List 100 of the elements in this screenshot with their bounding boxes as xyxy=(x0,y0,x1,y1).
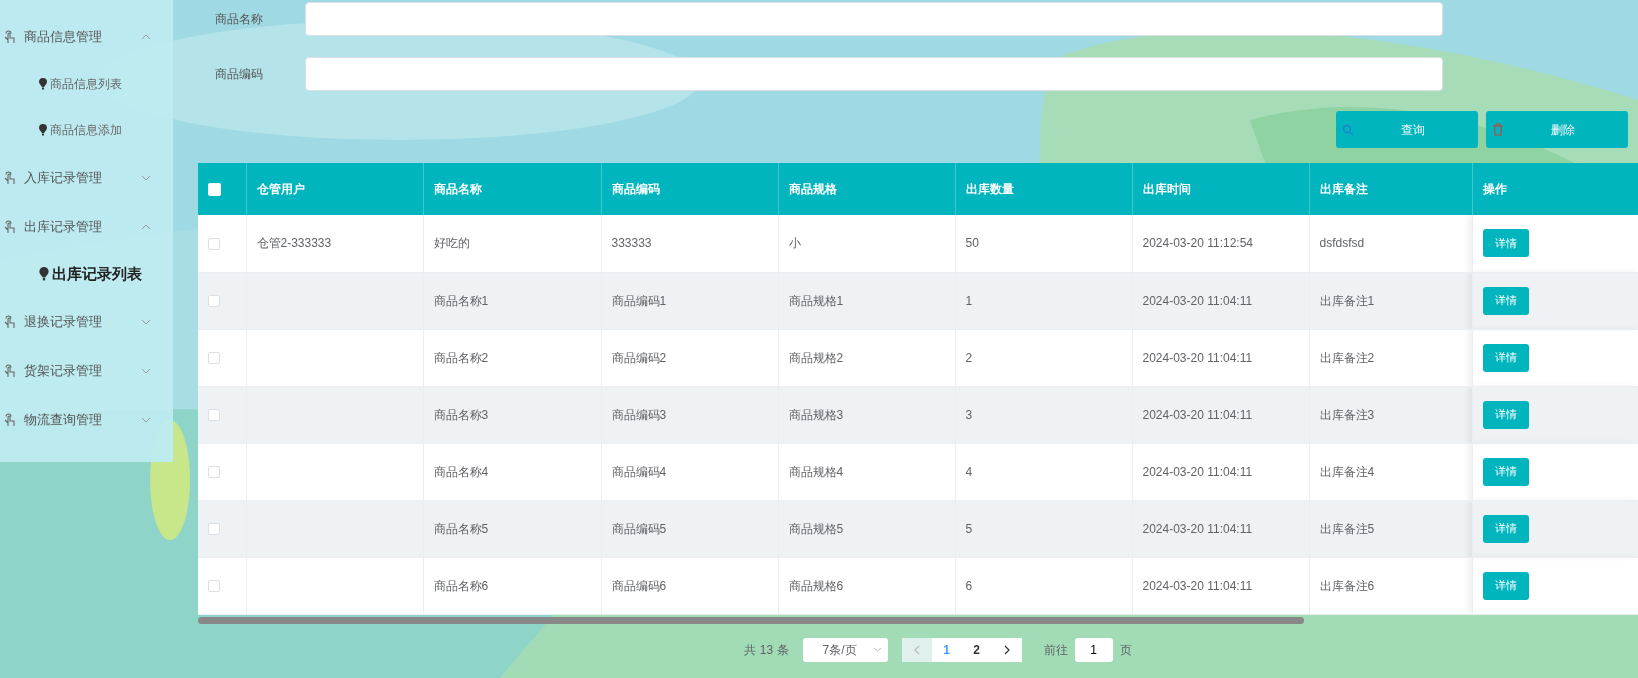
table-cell: 2024-03-20 11:04:11 xyxy=(1142,407,1253,422)
table-cell: 出库备注3 xyxy=(1319,407,1375,422)
table-cell: 2024-03-20 11:04:11 xyxy=(1142,521,1253,536)
menu-group[interactable]: 货架记录管理 xyxy=(0,346,173,395)
table-cell: 2024-03-20 11:04:11 xyxy=(1142,293,1253,308)
table-cell: 2024-03-20 11:04:11 xyxy=(1142,464,1253,479)
scrollbar[interactable] xyxy=(198,616,1304,624)
table-cell: 仓管2-333333 xyxy=(256,236,332,251)
input-field[interactable] xyxy=(305,2,1443,36)
table-cell: 4 xyxy=(965,464,973,479)
chevron-down-icon xyxy=(141,416,151,423)
hand-icon xyxy=(4,412,16,427)
checkbox[interactable] xyxy=(208,466,220,479)
menu-item[interactable]: 商品信息添加 xyxy=(0,107,173,153)
hand-icon xyxy=(4,219,16,234)
table-cell: 5 xyxy=(965,521,973,536)
action-button[interactable]: 删除 xyxy=(1486,111,1628,148)
table-cell: 1 xyxy=(965,293,973,308)
input-field[interactable] xyxy=(305,57,1443,91)
checkbox[interactable] xyxy=(208,183,221,197)
table-cell: 2024-03-20 11:12:54 xyxy=(1142,236,1254,251)
menu-group[interactable]: 商品信息管理 xyxy=(0,12,173,61)
details-button[interactable]: 详情 xyxy=(1482,400,1529,429)
checkbox[interactable] xyxy=(208,523,220,536)
table-cell: 商品编码4 xyxy=(611,464,667,479)
total-count: 共 13 条 xyxy=(744,641,789,659)
table-cell: 商品名称1 xyxy=(433,293,489,308)
table-cell: 2024-03-20 11:04:11 xyxy=(1142,578,1253,593)
chevron-up-icon xyxy=(141,223,151,230)
table-cell: 2 xyxy=(965,350,973,365)
column-header: 操作 xyxy=(1472,163,1638,215)
menu-group[interactable]: 入库记录管理 xyxy=(0,153,173,202)
page-suffix: 页 xyxy=(1119,641,1132,659)
hand-icon xyxy=(4,29,16,44)
menu-item[interactable]: 出库记录列表 xyxy=(0,251,173,297)
details-button[interactable]: 详情 xyxy=(1482,457,1529,486)
table-cell: 好吃的 xyxy=(433,236,470,251)
checkbox[interactable] xyxy=(208,352,220,365)
chevron-down-icon xyxy=(872,647,882,652)
checkbox[interactable] xyxy=(208,238,220,251)
table-cell: 出库备注5 xyxy=(1319,521,1375,536)
table-cell: 小 xyxy=(788,236,801,251)
table-cell: 2024-03-20 11:04:11 xyxy=(1142,350,1253,365)
field-label: 商品名称 xyxy=(214,11,264,28)
column-header: 出库时间 xyxy=(1132,163,1309,215)
field-label: 商品编码 xyxy=(214,66,264,83)
table-cell: 商品名称6 xyxy=(433,578,489,593)
table-cell: 出库备注4 xyxy=(1319,464,1375,479)
chevron-left-icon xyxy=(913,644,920,655)
details-button[interactable]: 详情 xyxy=(1482,514,1529,543)
table-cell: 3 xyxy=(965,407,973,422)
table-cell: 出库备注1 xyxy=(1319,293,1375,308)
hand-icon xyxy=(4,170,16,185)
checkbox[interactable] xyxy=(208,295,220,308)
details-button[interactable]: 详情 xyxy=(1482,343,1529,372)
menu-group[interactable]: 退换记录管理 xyxy=(0,297,173,346)
checkbox[interactable] xyxy=(208,409,220,422)
table-cell: 商品名称5 xyxy=(433,521,489,536)
table-cell: 商品编码3 xyxy=(611,407,667,422)
pin-icon xyxy=(38,78,48,90)
details-button[interactable]: 详情 xyxy=(1482,229,1529,258)
column-header: 商品名称 xyxy=(423,163,601,215)
column-header: 仓管用户 xyxy=(246,163,423,215)
table-cell: 商品编码6 xyxy=(611,578,667,593)
table-cell: 商品规格1 xyxy=(788,293,844,308)
table-cell: 商品名称2 xyxy=(433,350,489,365)
hand-icon xyxy=(4,363,16,378)
trash-icon xyxy=(1492,123,1504,136)
column-header: 出库数量 xyxy=(955,163,1132,215)
column-header: 商品编码 xyxy=(601,163,778,215)
table-cell: 333333 xyxy=(611,236,652,251)
column-header: 商品规格 xyxy=(778,163,955,215)
table-cell: 出库备注2 xyxy=(1319,350,1375,365)
table-cell: 商品规格6 xyxy=(788,578,844,593)
table-cell: 商品编码5 xyxy=(611,521,667,536)
checkbox[interactable] xyxy=(208,580,220,593)
table-cell: 商品规格3 xyxy=(788,407,844,422)
details-button[interactable]: 详情 xyxy=(1482,286,1529,315)
menu-group[interactable]: 出库记录管理 xyxy=(0,202,173,251)
chevron-right-icon xyxy=(1003,644,1010,655)
table-cell: dsfdsfsd xyxy=(1319,236,1365,251)
table-cell: 商品编码2 xyxy=(611,350,667,365)
pin-icon xyxy=(38,267,50,281)
search-icon xyxy=(1342,123,1354,136)
goto-label: 前往 xyxy=(1043,641,1068,659)
column-header: 出库备注 xyxy=(1309,163,1472,215)
hand-icon xyxy=(4,314,16,329)
chevron-down-icon xyxy=(141,174,151,181)
table-cell: 商品名称4 xyxy=(433,464,489,479)
pin-icon xyxy=(38,124,48,136)
table-cell: 6 xyxy=(965,578,973,593)
table-cell: 50 xyxy=(965,236,979,251)
action-button[interactable]: 查询 xyxy=(1336,111,1478,148)
menu-item[interactable]: 商品信息列表 xyxy=(0,61,173,107)
table-cell: 商品规格4 xyxy=(788,464,844,479)
table-cell: 商品规格2 xyxy=(788,350,844,365)
details-button[interactable]: 详情 xyxy=(1482,571,1529,600)
table-cell: 商品编码1 xyxy=(611,293,667,308)
menu-group[interactable]: 物流查询管理 xyxy=(0,395,173,444)
table-cell: 商品规格5 xyxy=(788,521,844,536)
